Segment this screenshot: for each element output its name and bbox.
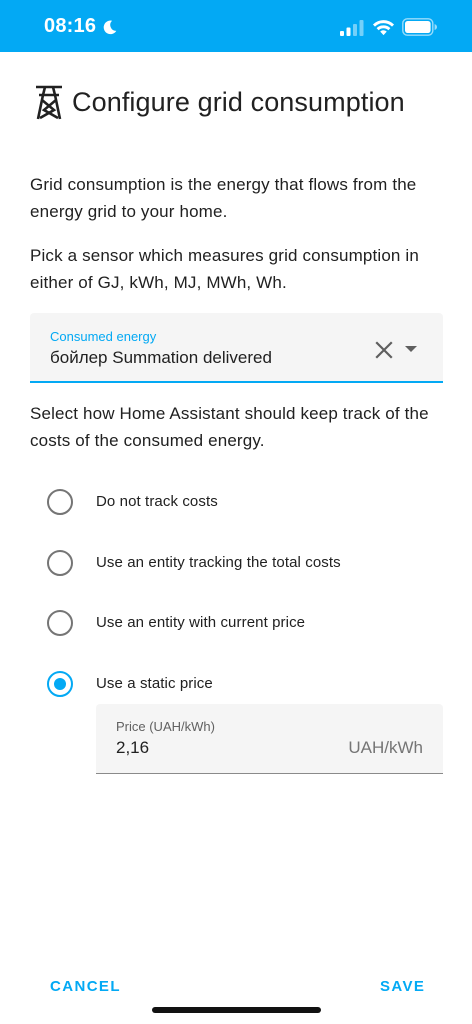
cost-description: Select how Home Assistant should keep tr… — [30, 404, 429, 450]
consumed-energy-value: бойлер Summation delivered — [50, 348, 272, 367]
radio-button[interactable] — [47, 610, 73, 636]
battery-icon — [402, 18, 437, 36]
price-unit-suffix: UAH/kWh — [348, 738, 423, 757]
page: 08:16 Configure grid consumption Grid co… — [0, 0, 472, 1024]
radio-label: Use a static price — [96, 675, 213, 692]
radio-button[interactable] — [47, 489, 73, 515]
radio-option-total-costs-entity[interactable]: Use an entity tracking the total costs — [47, 549, 447, 577]
radio-option-current-price-entity[interactable]: Use an entity with current price — [47, 609, 447, 637]
save-button[interactable]: SAVE — [380, 978, 425, 995]
radio-label: Use an entity tracking the total costs — [96, 554, 341, 571]
radio-button-selected[interactable] — [47, 671, 73, 697]
radio-button[interactable] — [47, 550, 73, 576]
consumed-energy-label: Consumed energy — [50, 329, 157, 344]
status-time: 08:16 — [44, 15, 97, 37]
cancel-button[interactable]: CANCEL — [50, 978, 121, 995]
radio-option-no-costs[interactable]: Do not track costs — [47, 488, 447, 516]
transmission-tower-icon — [36, 85, 62, 120]
radio-option-static-price[interactable]: Use a static price — [47, 670, 447, 698]
home-indicator — [152, 1007, 321, 1013]
price-label: Price (UAH/kWh) — [116, 719, 215, 734]
grid-description: Grid consumption is the energy that flow… — [30, 175, 417, 221]
price-value[interactable]: 2,16 — [116, 738, 149, 758]
wifi-icon — [372, 20, 395, 36]
moon-icon — [103, 20, 117, 35]
clear-icon[interactable] — [374, 340, 394, 360]
static-price-input[interactable]: Price (UAH/kWh) 2,16 UAH/kWh — [96, 704, 443, 774]
sensor-instructions: Pick a sensor which measures grid consum… — [30, 246, 419, 292]
signal-icon — [340, 20, 364, 36]
radio-label: Use an entity with current price — [96, 614, 306, 631]
dialog-header: Configure grid consumption — [34, 82, 405, 122]
dialog-title: Configure grid consumption — [72, 86, 405, 117]
consumed-energy-select[interactable]: Consumed energy бойлер Summation deliver… — [30, 313, 443, 383]
chevron-down-icon[interactable] — [404, 344, 418, 354]
radio-label: Do not track costs — [96, 493, 218, 510]
status-bar: 08:16 — [0, 0, 472, 52]
